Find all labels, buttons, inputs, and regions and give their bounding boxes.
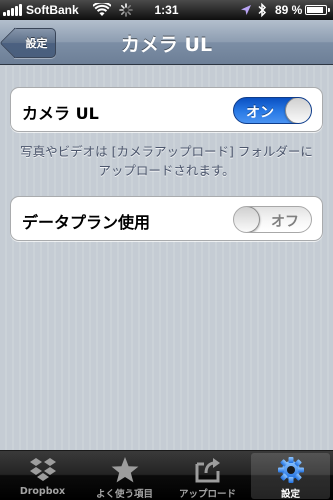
- back-button[interactable]: 設定: [14, 28, 56, 58]
- camera-ul-toggle-state: オン: [246, 105, 274, 121]
- battery-icon: [305, 5, 330, 15]
- tab-settings[interactable]: 設定: [251, 453, 330, 500]
- toggle-knob: [234, 207, 260, 232]
- tab-label: アップロード: [178, 489, 236, 500]
- battery-percentage: 89 %: [275, 3, 303, 17]
- camera-ul-label: カメラ UL: [22, 104, 99, 123]
- tab-dropbox[interactable]: Dropbox: [3, 453, 82, 499]
- tab-bar: Dropbox よく使う項目 アップロード 設定: [0, 450, 333, 500]
- camera-ul-description: 写真やビデオは [カメラアップロード] フォルダーにアップロードされます。: [20, 144, 313, 178]
- gear-icon: [277, 457, 304, 483]
- data-plan-toggle[interactable]: オフ: [233, 206, 312, 233]
- data-plan-row: データプラン使用 オフ: [10, 196, 323, 241]
- data-plan-toggle-state: オフ: [271, 214, 299, 230]
- tab-upload[interactable]: アップロード: [168, 453, 247, 500]
- page-title: カメラ UL: [120, 34, 213, 56]
- toggle-knob: [285, 98, 311, 123]
- tab-label: 設定: [280, 489, 300, 500]
- tab-label: よく使う項目: [95, 489, 153, 500]
- tab-favorites[interactable]: よく使う項目: [85, 453, 164, 500]
- camera-ul-row: カメラ UL オン: [10, 87, 323, 132]
- settings-content: カメラ UL オン 写真やビデオは [カメラアップロード] フォルダーにアップロ…: [0, 66, 333, 450]
- data-plan-label: データプラン使用: [22, 213, 151, 232]
- tab-label: Dropbox: [19, 486, 66, 497]
- star-icon: [111, 457, 138, 483]
- bluetooth-icon: [258, 2, 267, 18]
- dropbox-icon: [29, 458, 56, 481]
- upload-icon: [195, 458, 220, 483]
- camera-ul-toggle[interactable]: オン: [233, 97, 312, 124]
- location-services-icon: [241, 5, 251, 15]
- navigation-bar: 設定 カメラ UL: [0, 20, 333, 65]
- status-bar: SoftBank 1:31 89 %: [0, 0, 333, 20]
- back-button-label: 設定: [25, 37, 48, 50]
